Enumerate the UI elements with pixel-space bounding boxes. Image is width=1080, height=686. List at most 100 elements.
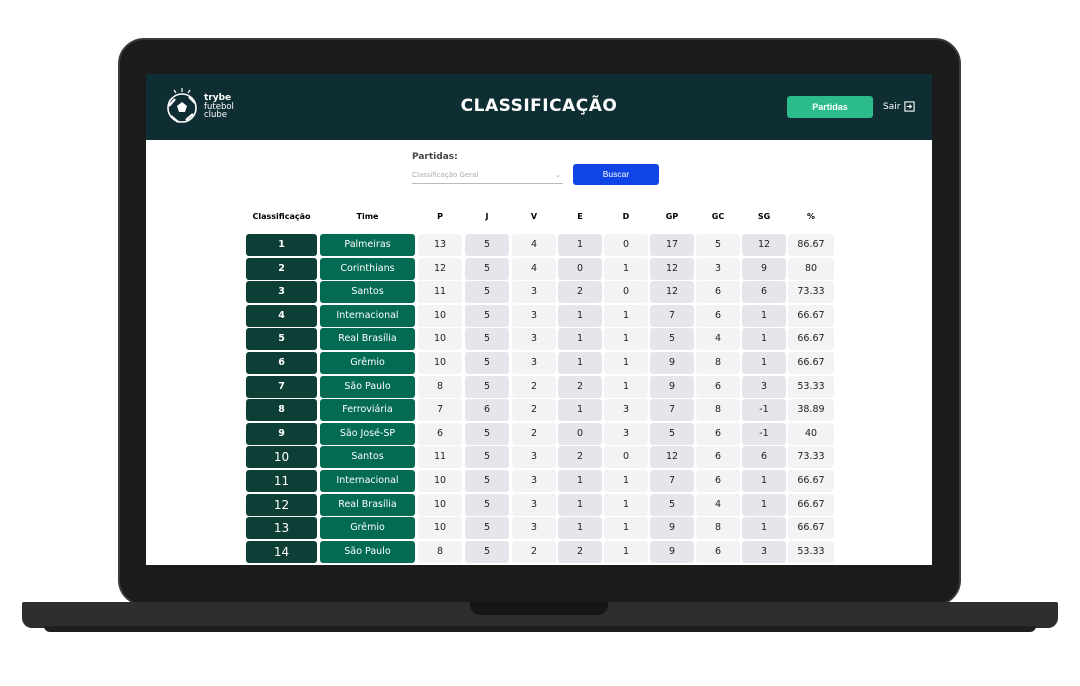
column-header-team: Time	[356, 212, 379, 221]
cell-goals-against: 6	[696, 470, 740, 492]
cell-points: 10	[418, 517, 462, 540]
cell-losses: 1	[604, 517, 648, 540]
cell-draws: 1	[558, 399, 602, 422]
cell-goals-against: 5	[696, 234, 740, 256]
cell-team: Corinthians	[320, 257, 415, 280]
cell-games: 5	[465, 540, 509, 563]
cell-draws: 1	[558, 493, 602, 516]
cell-losses: 1	[604, 328, 648, 351]
cell-goal-diff: 6	[742, 446, 786, 469]
cell-percentage: 66.67	[788, 352, 834, 374]
cell-goal-diff: 3	[742, 375, 786, 398]
cell-games: 5	[465, 328, 509, 351]
cell-team: Ferroviária	[320, 399, 415, 422]
column-header-goal-diff: SG	[757, 212, 771, 221]
cell-goals-for: 5	[650, 493, 694, 516]
search-button[interactable]: Buscar	[573, 164, 659, 185]
cell-points: 13	[418, 234, 462, 256]
cell-goals-against: 6	[696, 375, 740, 398]
cell-team: Internacional	[320, 470, 415, 492]
cell-wins: 2	[512, 399, 556, 422]
cell-goals-for: 9	[650, 375, 694, 398]
column-header-losses: D	[622, 212, 630, 221]
cell-team: Grêmio	[320, 352, 415, 374]
cell-goals-against: 8	[696, 352, 740, 374]
column-header-goals-for: GP	[665, 212, 679, 221]
column-header-points: P	[437, 212, 443, 221]
cell-team: São Paulo	[320, 540, 415, 563]
cell-losses: 1	[604, 540, 648, 563]
cell-wins: 4	[512, 257, 556, 280]
cell-losses: 1	[604, 375, 648, 398]
cell-losses: 0	[604, 234, 648, 256]
cell-wins: 3	[512, 352, 556, 374]
cell-goals-for: 5	[650, 328, 694, 351]
cell-points: 11	[418, 281, 462, 304]
cell-goal-diff: 12	[742, 234, 786, 256]
cell-points: 6	[418, 422, 462, 445]
logout-button[interactable]: Sair	[883, 101, 916, 112]
filter-select[interactable]: Classificação Geral ⌄	[412, 166, 563, 184]
column-header-games: J	[485, 212, 489, 221]
laptop-frame: trybe futebol clube CLASSIFICAÇÃO Partid…	[0, 0, 1080, 686]
cell-wins: 3	[512, 517, 556, 540]
cell-team: Real Brasília	[320, 328, 415, 351]
cell-position: 3	[246, 281, 317, 304]
cell-wins: 3	[512, 493, 556, 516]
column-header-draws: E	[577, 212, 583, 221]
cell-games: 5	[465, 304, 509, 327]
cell-position: 6	[246, 352, 317, 374]
cell-percentage: 66.67	[788, 470, 834, 492]
app-header: trybe futebol clube CLASSIFICAÇÃO Partid…	[146, 74, 932, 140]
cell-losses: 1	[604, 257, 648, 280]
cell-goals-for: 7	[650, 304, 694, 327]
chevron-down-icon: ⌄	[555, 171, 561, 179]
cell-percentage: 66.67	[788, 517, 834, 540]
cell-team: Santos	[320, 281, 415, 304]
cell-goals-against: 6	[696, 281, 740, 304]
cell-position: 12	[246, 493, 317, 516]
cell-points: 10	[418, 328, 462, 351]
cell-position: 9	[246, 422, 317, 445]
cell-goal-diff: 1	[742, 352, 786, 374]
cell-goals-for: 5	[650, 422, 694, 445]
column-header-position: Classificação	[252, 212, 311, 221]
cell-percentage: 66.67	[788, 304, 834, 327]
cell-percentage: 80	[788, 257, 834, 280]
cell-games: 5	[465, 470, 509, 492]
cell-goals-against: 8	[696, 517, 740, 540]
cell-team: São Paulo	[320, 375, 415, 398]
cell-team: Internacional	[320, 304, 415, 327]
cell-draws: 1	[558, 470, 602, 492]
laptop-base-shadow	[44, 626, 1036, 632]
cell-team: Grêmio	[320, 517, 415, 540]
cell-position: 5	[246, 328, 317, 351]
cell-goals-against: 6	[696, 304, 740, 327]
cell-goal-diff: 9	[742, 257, 786, 280]
cell-goals-against: 6	[696, 422, 740, 445]
cell-points: 10	[418, 304, 462, 327]
cell-draws: 2	[558, 446, 602, 469]
cell-points: 12	[418, 257, 462, 280]
laptop-notch	[470, 602, 608, 615]
cell-losses: 3	[604, 422, 648, 445]
logout-icon	[904, 101, 916, 112]
partidas-button[interactable]: Partidas	[787, 96, 873, 118]
cell-wins: 3	[512, 328, 556, 351]
cell-games: 5	[465, 281, 509, 304]
cell-position: 1	[246, 234, 317, 256]
cell-position: 4	[246, 304, 317, 327]
app-screen: trybe futebol clube CLASSIFICAÇÃO Partid…	[146, 74, 932, 565]
cell-draws: 1	[558, 234, 602, 256]
cell-goal-diff: 1	[742, 328, 786, 351]
cell-draws: 2	[558, 540, 602, 563]
cell-goal-diff: -1	[742, 422, 786, 445]
cell-percentage: 66.67	[788, 328, 834, 351]
cell-goals-for: 7	[650, 470, 694, 492]
cell-percentage: 86.67	[788, 234, 834, 256]
cell-games: 5	[465, 446, 509, 469]
cell-percentage: 38.89	[788, 399, 834, 422]
cell-draws: 1	[558, 304, 602, 327]
match-filter: Partidas: Classificação Geral ⌄ Buscar	[412, 152, 659, 185]
cell-position: 8	[246, 399, 317, 422]
